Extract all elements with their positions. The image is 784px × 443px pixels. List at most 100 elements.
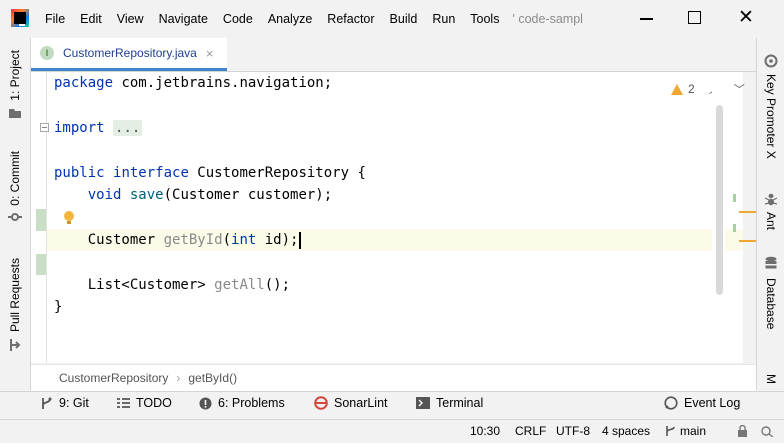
change-marker[interactable] xyxy=(36,209,46,231)
main-menu: File Edit View Navigate Code Analyze Ref… xyxy=(45,12,598,26)
breadcrumb-separator-icon: › xyxy=(176,371,181,385)
menu-analyze[interactable]: Analyze xyxy=(268,12,312,26)
breadcrumb-class[interactable]: CustomerRepository xyxy=(59,371,168,385)
tab-close-icon[interactable]: × xyxy=(206,46,214,61)
warning-count: 2 xyxy=(688,82,695,96)
code-token: } xyxy=(54,299,63,315)
commit-icon xyxy=(8,212,22,221)
scrollbar-thumb[interactable] xyxy=(716,105,723,295)
sonarlint-label: SonarLint xyxy=(334,396,388,410)
code-token: (Customer customer); xyxy=(163,187,333,203)
terminal-tool-button[interactable]: Terminal xyxy=(416,396,483,410)
branch-name: main xyxy=(680,424,707,438)
lock-icon[interactable] xyxy=(737,425,748,437)
menu-file[interactable]: File xyxy=(45,12,65,26)
code-token: List<Customer> xyxy=(87,277,215,293)
event-log-tool-button[interactable]: Event Log xyxy=(664,396,740,410)
menu-code[interactable]: Code xyxy=(223,12,253,26)
left-toolbar: 1: Project 0: Commit Pull Requests xyxy=(0,38,31,390)
change-marker[interactable] xyxy=(36,254,46,275)
indent-setting[interactable]: 4 spaces xyxy=(602,424,650,438)
code-token: (); xyxy=(264,277,291,293)
method-name: getAll xyxy=(214,277,265,293)
line-separator[interactable]: CRLF xyxy=(515,424,546,438)
folded-imports[interactable]: ... xyxy=(113,120,143,136)
git-tool-button[interactable]: 9: Git xyxy=(40,396,89,410)
menu-view[interactable]: View xyxy=(117,12,144,26)
tab-customer-repository[interactable]: I CustomerRepository.java × xyxy=(31,38,227,71)
pull-request-icon xyxy=(10,339,21,352)
chevron-down-icon[interactable]: ﹀ xyxy=(734,81,745,97)
tab-title: CustomerRepository.java xyxy=(63,46,197,60)
todo-label: TODO xyxy=(136,396,172,410)
database-tool-tab[interactable]: Database xyxy=(757,256,784,329)
code-line: List<Customer> getAll(); xyxy=(54,274,290,296)
git-branch-widget[interactable]: main xyxy=(665,424,706,438)
commit-tab-label: 0: Commit xyxy=(8,151,22,206)
fold-toggle-icon[interactable] xyxy=(40,123,49,132)
warning-icon xyxy=(671,83,683,95)
terminal-icon xyxy=(416,397,430,409)
menu-edit[interactable]: Edit xyxy=(80,12,102,26)
ant-tool-tab[interactable]: Ant xyxy=(757,192,784,230)
menu-refactor[interactable]: Refactor xyxy=(327,12,374,26)
keyword: interface xyxy=(113,165,189,181)
keyword: package xyxy=(54,75,114,91)
sonarlint-tool-button[interactable]: SonarLint xyxy=(314,396,388,410)
keyword: void xyxy=(87,187,122,203)
right-toolbar: Key Promoter X Ant Database M xyxy=(756,38,784,390)
editor-tabs: I CustomerRepository.java × xyxy=(31,38,756,72)
project-title: ' code-sampl xyxy=(512,12,583,26)
keyword: import xyxy=(54,120,105,136)
folder-icon xyxy=(9,108,21,118)
change-stripe-marker[interactable] xyxy=(733,194,736,202)
close-window-icon[interactable]: ✕ xyxy=(737,8,755,27)
code-token: Customer xyxy=(87,232,164,248)
editor-gutter[interactable] xyxy=(31,72,49,363)
maximize-icon[interactable] xyxy=(686,9,704,27)
code-token: ( xyxy=(222,232,232,248)
todo-list-icon xyxy=(117,397,130,408)
todo-tool-button[interactable]: TODO xyxy=(117,396,172,410)
key-promoter-tab-label: Key Promoter X xyxy=(764,74,778,159)
method-name: getById xyxy=(163,232,223,248)
code-token: com.jetbrains.navigation; xyxy=(113,75,333,91)
intellij-logo-icon[interactable] xyxy=(11,9,29,27)
menu-tools[interactable]: Tools xyxy=(470,12,499,26)
pull-requests-tool-tab[interactable]: Pull Requests xyxy=(0,258,30,352)
project-tool-tab[interactable]: 1: Project xyxy=(0,50,30,119)
code-text[interactable]: package com.jetbrains.navigation; import… xyxy=(54,72,366,315)
code-editor[interactable]: package com.jetbrains.navigation; import… xyxy=(31,72,745,363)
caret-position[interactable]: 10:30 xyxy=(470,424,500,438)
breadcrumb: CustomerRepository › getById() xyxy=(31,364,756,391)
keyword: int xyxy=(231,232,257,248)
inspector-icon[interactable] xyxy=(760,425,774,437)
menu-build[interactable]: Build xyxy=(390,12,418,26)
menu-run[interactable]: Run xyxy=(432,12,455,26)
inspection-widget[interactable]: 2 ︿ ﹀ xyxy=(671,81,745,97)
menu-navigate[interactable]: Navigate xyxy=(159,12,208,26)
pull-requests-tab-label: Pull Requests xyxy=(8,258,22,333)
branch-icon xyxy=(666,426,675,436)
maven-tool-tab[interactable]: M xyxy=(757,374,784,384)
file-encoding[interactable]: UTF-8 xyxy=(556,424,590,438)
code-line: import ... xyxy=(54,117,143,139)
sonarlint-icon xyxy=(314,396,328,410)
key-promoter-tool-tab[interactable]: Key Promoter X xyxy=(757,54,784,159)
maven-tab-label: M xyxy=(764,374,778,384)
database-icon xyxy=(765,256,777,269)
keyword: public xyxy=(54,165,105,181)
text-cursor xyxy=(299,231,301,249)
minimize-icon[interactable] xyxy=(638,9,656,27)
code-line: void save(Customer customer); xyxy=(54,184,332,206)
problems-tool-button[interactable]: 6: Problems xyxy=(199,396,285,410)
warning-stripe-marker[interactable] xyxy=(739,211,756,213)
interface-icon: I xyxy=(40,46,54,60)
warning-stripe-marker[interactable] xyxy=(739,240,756,242)
code-line: public interface CustomerRepository { xyxy=(54,162,366,184)
breadcrumb-method[interactable]: getById() xyxy=(188,371,237,385)
change-stripe-marker[interactable] xyxy=(733,224,736,232)
git-branch-icon xyxy=(42,397,52,409)
ant-tab-label: Ant xyxy=(764,212,778,231)
commit-tool-tab[interactable]: 0: Commit xyxy=(0,151,30,222)
